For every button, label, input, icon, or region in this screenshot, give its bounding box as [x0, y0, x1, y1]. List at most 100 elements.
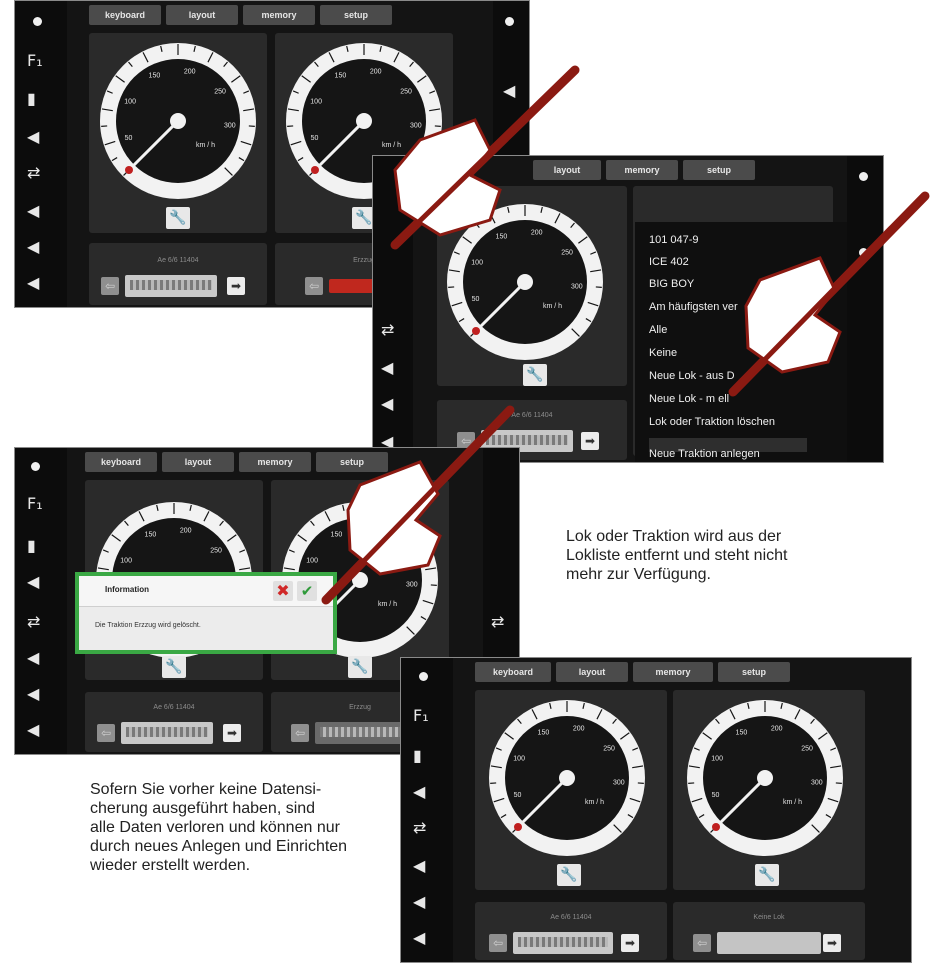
menu-item[interactable]: Am häufigsten ver	[649, 301, 738, 313]
sound-icon[interactable]: ◀	[413, 928, 425, 947]
loco-image	[121, 722, 213, 744]
gauge-tick-label: 200	[180, 527, 192, 534]
light-icon[interactable]	[419, 672, 428, 681]
speed-gauge[interactable]: 50 100 150 200 250 300 km / h	[475, 690, 667, 890]
tab-layout[interactable]: layout	[162, 452, 234, 472]
tab-memory[interactable]: memory	[606, 160, 678, 180]
shunting-icon[interactable]: ⇄	[491, 612, 504, 631]
tab-layout[interactable]: layout	[556, 662, 628, 682]
tab-setup[interactable]: setup	[683, 160, 755, 180]
next-loco-button[interactable]: ➡	[581, 432, 599, 450]
dialog-message: Die Traktion Erzzug wird gelöscht.	[95, 622, 201, 629]
sound-icon[interactable]: ◀	[413, 892, 425, 911]
tab-keyboard[interactable]: keyboard	[89, 5, 161, 25]
tab-layout[interactable]: layout	[533, 160, 601, 180]
next-loco-button[interactable]: ➡	[823, 934, 841, 952]
menu-item[interactable]: 101 047-9	[649, 234, 699, 246]
tab-setup[interactable]: setup	[320, 5, 392, 25]
sound-icon[interactable]: ◀	[27, 273, 39, 292]
loco-panel-left[interactable]: Ae 6/6 11404 ⇦ ➡	[89, 243, 267, 305]
sound-icon[interactable]: ◀	[381, 358, 393, 377]
shunting-icon[interactable]: ⇄	[27, 612, 40, 631]
light-icon[interactable]	[31, 462, 40, 471]
f1-icon[interactable]: F₁	[27, 51, 43, 70]
loco-panel-left[interactable]: Ae 6/6 11404 ⇦ ➡	[475, 902, 667, 960]
tab-memory[interactable]: memory	[633, 662, 713, 682]
menu-item[interactable]: Neue Traktion anlegen	[649, 448, 760, 460]
caption-left: Sofern Sie vorher keine Datensi- cherung…	[90, 780, 347, 875]
light-icon[interactable]	[33, 17, 42, 26]
sound-icon[interactable]: ◀	[27, 720, 39, 739]
gauge-tick-label: 250	[561, 249, 573, 256]
menu-item[interactable]: Neue Lok - aus D	[649, 370, 735, 382]
wrench-icon[interactable]: 🔧	[557, 864, 581, 886]
f1-icon[interactable]: F₁	[27, 494, 43, 513]
speed-gauge[interactable]: 50 100 150 200 250 300 km / h	[89, 33, 267, 233]
shunting-icon[interactable]: ⇄	[27, 163, 40, 182]
prev-loco-button[interactable]: ⇦	[291, 724, 309, 742]
shunting-icon[interactable]: ⇄	[381, 320, 394, 339]
menu-item[interactable]: BIG BOY	[649, 278, 694, 290]
tab-keyboard[interactable]: keyboard	[475, 662, 551, 682]
wrench-icon[interactable]: 🔧	[523, 364, 547, 386]
sound-icon[interactable]: ◀	[381, 394, 393, 413]
function-icon[interactable]: ◀	[503, 81, 515, 100]
menu-item[interactable]: Alle	[649, 324, 667, 336]
speed-gauge[interactable]: 50 100 150 200 250 300 km / h	[437, 186, 627, 386]
caption-line: mehr zur Verfügung.	[566, 566, 711, 583]
light-icon[interactable]	[859, 172, 868, 181]
caption-line: Lokliste entfernt und steht nicht	[566, 547, 788, 564]
wrench-icon[interactable]: 🔧	[348, 656, 372, 678]
sound-icon[interactable]: ◀	[413, 856, 425, 875]
f1-icon[interactable]: F₁	[413, 706, 429, 725]
gauge-tick-label: 300	[571, 284, 583, 291]
shunting-icon[interactable]: ⇄	[413, 818, 426, 837]
loco-panel-left[interactable]: Ae 6/6 11404 ⇦ ➡	[85, 692, 263, 752]
sound-icon[interactable]: ◀	[27, 648, 39, 667]
loco-image	[125, 275, 217, 297]
tab-keyboard[interactable]: keyboard	[85, 452, 157, 472]
prev-loco-button[interactable]: ⇦	[101, 277, 119, 295]
prev-loco-button[interactable]: ⇦	[693, 934, 711, 952]
loco-panel-right[interactable]: Keine Lok ⇦ ➡	[673, 902, 865, 960]
sound-icon[interactable]: ◀	[27, 684, 39, 703]
next-loco-button[interactable]: ➡	[223, 724, 241, 742]
gauge-tick-label: 100	[120, 558, 132, 565]
function-icon[interactable]: ▮	[27, 536, 36, 555]
menu-item[interactable]: ICE 402	[649, 256, 689, 268]
prev-loco-button[interactable]: ⇦	[305, 277, 323, 295]
horn-icon[interactable]: ◀	[27, 127, 39, 146]
caption-line: cherung ausgeführt haben, sind	[90, 800, 316, 817]
tab-memory[interactable]: memory	[239, 452, 311, 472]
gauge-tick-label: 50	[311, 135, 319, 142]
light-icon[interactable]	[505, 17, 514, 26]
confirm-button[interactable]: ✔	[297, 581, 317, 601]
speed-gauge[interactable]: 50 100 150 200 250 300 km / h	[673, 690, 865, 890]
gauge-tick-label: 50	[125, 135, 133, 142]
sound-icon[interactable]: ◀	[27, 201, 39, 220]
next-loco-button[interactable]: ➡	[227, 277, 245, 295]
function-icon[interactable]: ▮	[27, 89, 36, 108]
tab-layout[interactable]: layout	[166, 5, 238, 25]
gauge-tick-label: 100	[306, 558, 318, 565]
wrench-icon[interactable]: 🔧	[166, 207, 190, 229]
menu-item-delete[interactable]: Lok oder Traktion löschen	[649, 416, 775, 428]
horn-icon[interactable]: ◀	[27, 572, 39, 591]
tab-setup[interactable]: setup	[316, 452, 388, 472]
tab-setup[interactable]: setup	[718, 662, 790, 682]
cancel-button[interactable]: ✖	[273, 581, 293, 601]
horn-icon[interactable]: ◀	[413, 782, 425, 801]
next-loco-button[interactable]: ➡	[621, 934, 639, 952]
wrench-icon[interactable]: 🔧	[755, 864, 779, 886]
gauge-tick-label: 300	[224, 123, 236, 130]
light-icon[interactable]	[859, 248, 868, 257]
prev-loco-button[interactable]: ⇦	[489, 934, 507, 952]
prev-loco-button[interactable]: ⇦	[97, 724, 115, 742]
tab-memory[interactable]: memory	[243, 5, 315, 25]
menu-item[interactable]: Neue Lok - m ell	[649, 393, 729, 405]
menu-item[interactable]: Keine	[649, 347, 677, 359]
gauge-tick-label: 150	[145, 532, 157, 539]
function-icon[interactable]: ▮	[413, 746, 422, 765]
sound-icon[interactable]: ◀	[27, 237, 39, 256]
wrench-icon[interactable]: 🔧	[162, 656, 186, 678]
